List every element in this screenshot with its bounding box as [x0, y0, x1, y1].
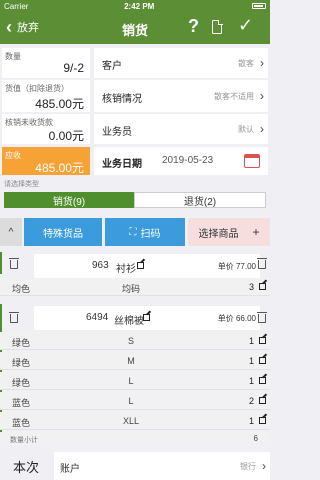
special-goods-button[interactable]: 特殊货品 [24, 218, 102, 246]
subtotal-row: 数量小计 6 [0, 432, 270, 446]
date-value: 2019-05-23 [162, 155, 214, 166]
select-goods-button[interactable]: 选择商品 + [188, 218, 270, 246]
settle-row[interactable]: 核销情况 散客不适用 › [94, 80, 268, 112]
page-title: 销货 [121, 23, 148, 38]
customer-label: 客户 [102, 61, 122, 72]
row-qty: 1 [248, 336, 254, 346]
chevron-right-icon: › [260, 122, 264, 136]
edit-icon[interactable] [259, 357, 266, 364]
staff-row[interactable]: 业务员 默认 › [94, 114, 268, 144]
item-1-unit-price: 单价 77.00 [217, 262, 256, 271]
unsettled-value: 0.00元 [48, 129, 84, 143]
quantity-value: 9/-2 [63, 61, 84, 75]
account-hint: 银行 [240, 462, 256, 471]
nav-bar: ‹ 放弃 销货 ? ✓ [0, 12, 270, 44]
item-1-header[interactable]: 963 衬衫 单价 77.00 [34, 254, 260, 278]
goods-value-label: 货值（扣除退货） [5, 84, 69, 93]
battery-icon [250, 2, 266, 11]
table-row[interactable]: 绿色 S 1 [0, 332, 270, 350]
tab-returns[interactable]: 退货(2) [134, 192, 266, 208]
goods-value: 485.00元 [35, 97, 84, 111]
carrier-label: Carrier [4, 1, 29, 11]
tab-sales[interactable]: 销货(9) [4, 192, 134, 208]
row-size: S [127, 336, 134, 346]
trash-icon[interactable] [9, 312, 19, 323]
chevron-up-icon: ^ [8, 226, 14, 238]
status-bar: Carrier 2:42 PM [0, 0, 270, 12]
row-size: M [127, 356, 135, 366]
bottom-tab[interactable]: 本次 [0, 452, 52, 480]
item-2-code: 6494 [86, 312, 109, 323]
row-size: 均码 [121, 284, 140, 294]
item-1-name: 衬衫 [116, 264, 136, 275]
chevron-left-icon: ‹ [6, 17, 12, 37]
scan-label: 扫码 [140, 228, 161, 240]
customer-hint: 散客 [238, 59, 254, 68]
edit-icon[interactable] [259, 417, 266, 424]
table-row[interactable]: 绿色 M 1 [0, 352, 270, 370]
row-qty: 1 [248, 376, 254, 386]
staff-hint: 默认 [238, 125, 254, 134]
edit-icon[interactable] [143, 314, 150, 321]
item-1-action-icon[interactable] [257, 258, 267, 269]
edit-icon[interactable] [137, 262, 144, 269]
receivable-value: 485.00元 [35, 161, 84, 175]
settle-label: 核销情况 [102, 94, 142, 105]
date-label: 业务日期 [102, 159, 142, 170]
table-row[interactable]: 绿色 L 1 [0, 372, 270, 390]
confirm-icon[interactable]: ✓ [238, 15, 253, 36]
calendar-icon[interactable] [244, 154, 260, 168]
staff-label: 业务员 [102, 127, 132, 138]
edit-icon[interactable] [259, 397, 266, 404]
chevron-right-icon: › [260, 56, 264, 70]
table-row[interactable]: 蓝色 XLL 1 [0, 412, 270, 430]
table-row[interactable]: 蓝色 L 2 [0, 392, 270, 410]
edit-icon[interactable] [259, 283, 266, 290]
account-row[interactable]: 账户 银行 › [54, 452, 270, 480]
status-time: 2:42 PM [124, 1, 155, 11]
date-row[interactable]: 业务日期 2019-05-23 [94, 147, 268, 175]
unsettled-cell: 核销未收货款 0.00元 [2, 114, 90, 144]
row-size: XLL [122, 416, 139, 426]
row-size: L [128, 376, 134, 386]
collapse-button[interactable]: ^ [0, 218, 22, 246]
subtotal-label: 数量小计 [10, 437, 38, 444]
receivable-label: 应收 [5, 151, 21, 160]
row-qty: 3 [248, 282, 254, 292]
unsettled-label: 核销未收货款 [5, 118, 53, 127]
select-goods-label: 选择商品 [198, 228, 239, 240]
item-2-action-icon[interactable] [257, 312, 267, 323]
quantity-label: 数量 [5, 52, 21, 61]
document-icon[interactable] [212, 19, 223, 34]
goods-value-cell: 货值（扣除退货） 485.00元 [2, 80, 90, 112]
item-accent-bar [0, 252, 2, 274]
back-label: 放弃 [17, 22, 39, 34]
row-size: L [128, 396, 134, 406]
add-icon: + [252, 225, 260, 239]
back-button[interactable]: ‹ 放弃 [6, 18, 39, 36]
settle-hint: 散客不适用 [214, 92, 254, 101]
help-icon[interactable]: ? [188, 16, 199, 37]
item-2-header[interactable]: 6494 丝棉被 单价 66.00 [34, 306, 260, 330]
chevron-right-icon: › [260, 89, 264, 103]
customer-row[interactable]: 客户 散客 › [94, 48, 268, 78]
item-2-name: 丝棉被 [114, 316, 144, 327]
quantity-cell: 数量 9/-2 [2, 48, 90, 78]
edit-icon[interactable] [259, 337, 266, 344]
subtotal-value: 6 [253, 434, 258, 443]
row-qty: 1 [248, 356, 254, 366]
item-2-unit-price: 单价 66.00 [217, 314, 256, 323]
item-1-code: 963 [92, 260, 109, 271]
receivable-cell: 应收 485.00元 [2, 147, 90, 175]
chevron-right-icon: › [262, 459, 266, 473]
row-qty: 2 [248, 396, 254, 406]
table-row[interactable]: 均色 均码 3 [0, 278, 270, 296]
row-qty: 1 [248, 416, 254, 426]
trash-icon[interactable] [9, 258, 19, 269]
edit-icon[interactable] [259, 377, 266, 384]
scan-button[interactable]: ⛶ 扫码 [105, 218, 185, 246]
account-label: 账户 [60, 464, 80, 475]
type-section-label: 请选择类型 [4, 181, 39, 188]
scan-icon: ⛶ [129, 226, 137, 238]
